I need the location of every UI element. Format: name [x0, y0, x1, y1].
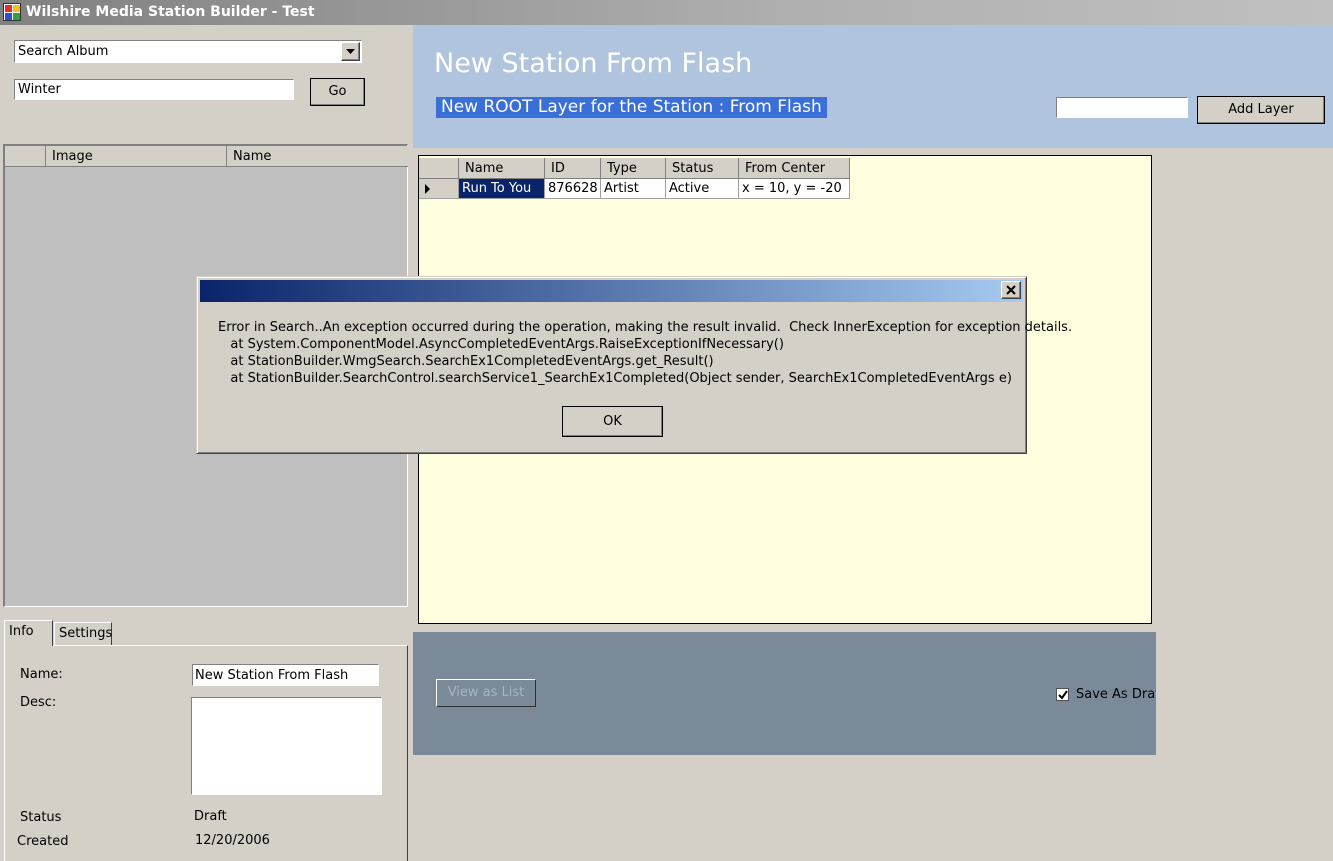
error-dialog: Error in Search..An exception occurred d… — [196, 276, 1072, 454]
column-header-type[interactable]: Type — [601, 158, 666, 179]
message-line: at StationBuilder.SearchControl.searchSe… — [218, 371, 1012, 386]
root-layer-label[interactable]: New ROOT Layer for the Station : From Fl… — [436, 97, 827, 118]
status-label: Status — [20, 810, 62, 825]
ok-button[interactable]: OK — [562, 406, 663, 437]
go-button[interactable]: Go — [310, 78, 365, 106]
message-line: at StationBuilder.WmgSearch.SearchEx1Com… — [218, 354, 714, 369]
message-line: Error in Search..An exception occurred d… — [218, 320, 1073, 335]
checkmark-icon — [1058, 690, 1068, 700]
results-column-name[interactable]: Name — [227, 146, 408, 167]
column-header-name[interactable]: Name — [459, 158, 545, 179]
tab-settings[interactable]: Settings — [54, 622, 112, 646]
window-title: Wilshire Media Station Builder - Test — [26, 4, 315, 20]
search-input[interactable]: Winter — [14, 79, 294, 100]
checkbox-box[interactable] — [1056, 688, 1069, 701]
app-icon — [3, 3, 21, 21]
station-name-input[interactable]: New Station From Flash — [192, 664, 379, 686]
cell-id[interactable]: 876628 — [545, 179, 601, 199]
dropdown-button[interactable] — [341, 42, 360, 61]
row-pointer-icon — [425, 184, 430, 194]
name-label: Name: — [20, 667, 63, 682]
search-input-value: Winter — [18, 82, 61, 97]
add-layer-button[interactable]: Add Layer — [1197, 96, 1325, 124]
results-column-image[interactable]: Image — [46, 146, 227, 167]
cell-status[interactable]: Active — [666, 179, 739, 199]
close-icon — [1006, 285, 1016, 295]
cell-name[interactable]: Run To You — [459, 179, 545, 199]
dialog-close-button[interactable] — [1001, 281, 1021, 299]
dialog-titlebar[interactable] — [200, 280, 1023, 302]
description-textarea[interactable] — [191, 697, 382, 795]
message-line: at System.ComponentModel.AsyncCompletedE… — [218, 337, 784, 352]
layer-name-input[interactable] — [1056, 97, 1188, 118]
station-header-panel — [413, 25, 1333, 148]
view-as-list-button[interactable]: View as List — [436, 679, 536, 707]
search-mode-value: Search Album — [18, 44, 109, 59]
save-as-draft-checkbox[interactable]: Save As Draft — [1056, 686, 1156, 706]
station-title: New Station From Flash — [434, 48, 753, 79]
row-header-corner — [419, 158, 459, 179]
row-selector[interactable] — [419, 179, 459, 199]
created-value: 12/20/2006 — [195, 833, 270, 848]
search-mode-dropdown[interactable]: Search Album — [14, 40, 362, 63]
add-layer-button-label: Add Layer — [1228, 102, 1294, 117]
save-as-draft-label: Save As Draft — [1076, 687, 1156, 702]
desc-label: Desc: — [20, 695, 57, 710]
ok-button-label: OK — [603, 414, 622, 429]
status-value: Draft — [194, 809, 227, 824]
results-row-header — [5, 146, 46, 167]
station-name-value: New Station From Flash — [195, 668, 349, 683]
dropdown-arrow-icon — [346, 49, 355, 54]
cell-from-center[interactable]: x = 10, y = -20 — [739, 179, 850, 199]
window-titlebar[interactable]: Wilshire Media Station Builder - Test — [0, 0, 1333, 25]
go-button-label: Go — [328, 84, 347, 99]
created-label: Created — [17, 834, 69, 849]
tab-info[interactable]: Info — [4, 620, 53, 646]
view-as-list-label: View as List — [447, 685, 525, 700]
column-header-status[interactable]: Status — [666, 158, 739, 179]
column-header-from-center[interactable]: From Center — [739, 158, 850, 179]
dialog-message: Error in Search..An exception occurred d… — [218, 319, 1072, 387]
column-header-id[interactable]: ID — [545, 158, 601, 179]
cell-type[interactable]: Artist — [601, 179, 666, 199]
